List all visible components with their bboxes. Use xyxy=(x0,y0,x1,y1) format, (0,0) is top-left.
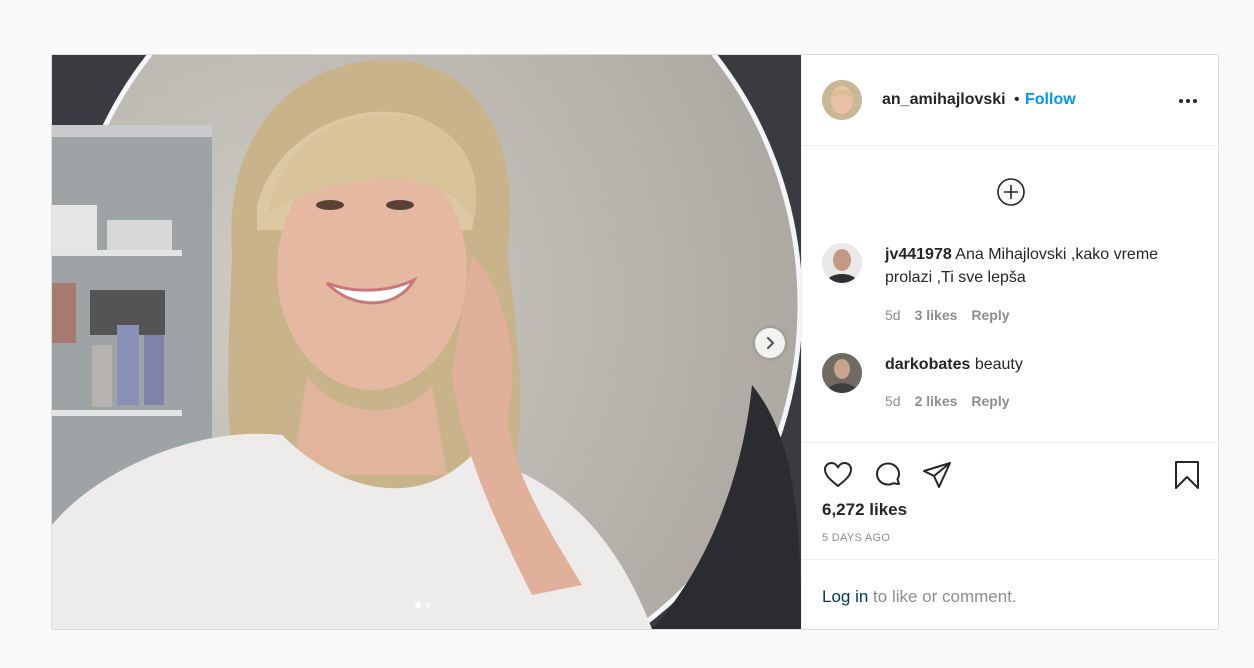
comment-age: 5d xyxy=(885,393,901,409)
login-link[interactable]: Log in xyxy=(822,587,868,606)
comment-item: darkobates beauty 5d 2 likes Reply xyxy=(822,353,1202,413)
more-options-icon[interactable] xyxy=(1176,89,1200,113)
commenter-avatar[interactable] xyxy=(822,353,862,393)
comment-text: jv441978 Ana Mihajlovski ,kako vreme pro… xyxy=(885,243,1205,289)
comment-icon[interactable] xyxy=(872,459,904,491)
post-timestamp[interactable]: 5 DAYS AGO xyxy=(822,532,890,544)
comment-username[interactable]: jv441978 xyxy=(885,246,952,263)
author-avatar[interactable] xyxy=(822,80,862,120)
comment-body: beauty xyxy=(974,356,1023,373)
next-slide-button[interactable] xyxy=(755,328,785,358)
comment-age: 5d xyxy=(885,307,901,323)
login-prompt: Log in to like or comment. xyxy=(802,559,1219,630)
carousel-dot-active xyxy=(415,602,421,608)
heart-icon[interactable] xyxy=(822,459,854,491)
comment-meta: 5d 3 likes Reply xyxy=(885,307,1010,323)
follow-button[interactable]: Follow xyxy=(1025,91,1076,109)
carousel-dot xyxy=(425,602,431,608)
comment-item: jv441978 Ana Mihajlovski ,kako vreme pro… xyxy=(822,243,1202,323)
post-actions: 6,272 likes 5 DAYS AGO xyxy=(802,442,1219,561)
post-image[interactable] xyxy=(52,55,801,629)
author-avatar-image xyxy=(822,80,862,120)
post-header: an_amihajlovski • Follow xyxy=(802,55,1219,146)
next-arrow-icon xyxy=(766,336,775,350)
comment-text: darkobates beauty xyxy=(885,353,1205,376)
post-side-panel: an_amihajlovski • Follow jv441978 Ana Mi… xyxy=(801,55,1219,629)
like-count[interactable]: 6,272 likes xyxy=(822,500,907,520)
share-icon[interactable] xyxy=(921,459,953,491)
comment-likes[interactable]: 3 likes xyxy=(915,307,958,323)
login-prompt-text: to like or comment. xyxy=(868,587,1017,606)
comment-meta: 5d 2 likes Reply xyxy=(885,393,1010,409)
commenter-avatar-image xyxy=(822,353,862,393)
author-username[interactable]: an_amihajlovski xyxy=(882,91,1006,109)
bookmark-icon[interactable] xyxy=(1171,459,1203,491)
carousel-indicator xyxy=(415,602,431,608)
load-more-comments-icon[interactable] xyxy=(996,177,1026,207)
commenter-avatar-image xyxy=(822,243,862,283)
commenter-avatar[interactable] xyxy=(822,243,862,283)
reply-button[interactable]: Reply xyxy=(971,307,1009,323)
comment-likes[interactable]: 2 likes xyxy=(915,393,958,409)
reply-button[interactable]: Reply xyxy=(971,393,1009,409)
separator-dot: • xyxy=(1014,91,1020,108)
selfie-photo xyxy=(52,55,801,629)
post-card: an_amihajlovski • Follow jv441978 Ana Mi… xyxy=(51,54,1219,630)
comment-username[interactable]: darkobates xyxy=(885,356,970,373)
